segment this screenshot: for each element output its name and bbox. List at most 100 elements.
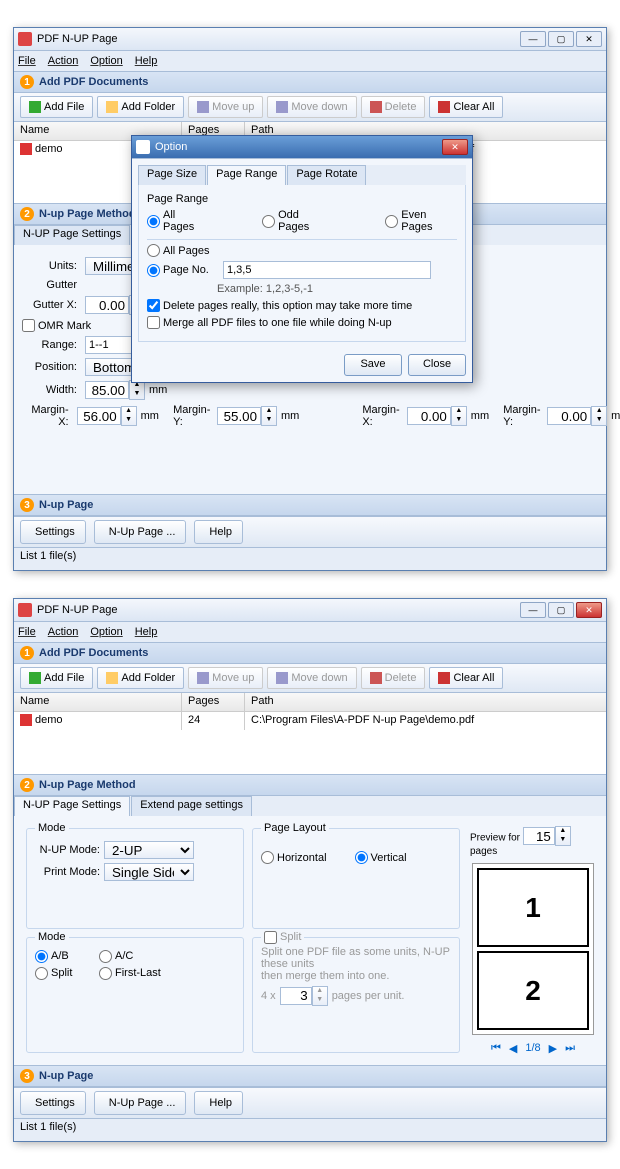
move-down-button[interactable]: Move down <box>267 667 356 689</box>
gutter-x-input[interactable] <box>85 296 129 314</box>
menu-action[interactable]: Action <box>48 626 79 638</box>
section-method: N-up Page Method <box>39 208 136 220</box>
delete-button[interactable]: Delete <box>361 96 426 118</box>
move-down-button[interactable]: Move down <box>267 96 356 118</box>
omr-checkbox[interactable]: OMR Mark <box>22 319 91 332</box>
arrow-up-icon <box>197 672 209 684</box>
clear-icon <box>438 101 450 113</box>
radio-vertical[interactable]: Vertical <box>355 851 407 864</box>
radio-even-pages[interactable]: Even Pages <box>385 209 457 233</box>
delete-button[interactable]: Delete <box>361 667 426 689</box>
split-checkbox[interactable]: Split <box>264 931 301 944</box>
preview-for-input[interactable] <box>523 827 555 845</box>
file-row[interactable]: demo 24 C:\Program Files\A-PDF N-up Page… <box>14 712 606 730</box>
tab-page-rotate[interactable]: Page Rotate <box>287 165 366 185</box>
close-button[interactable]: ✕ <box>576 602 602 618</box>
margin-x1-input[interactable] <box>77 407 121 425</box>
tab-nup-settings[interactable]: N-UP Page Settings <box>14 225 130 245</box>
preview-pane: 1 2 <box>472 863 594 1035</box>
margin-x2-input[interactable] <box>407 407 451 425</box>
maximize-button[interactable]: ▢ <box>548 31 574 47</box>
dialog-icon <box>136 140 150 154</box>
pdf-icon <box>20 714 32 726</box>
radio-split[interactable]: Split <box>35 967 95 980</box>
print-mode-select[interactable]: Single Sided <box>104 863 194 881</box>
step-2-badge: 2 <box>20 207 34 221</box>
close-button[interactable]: ✕ <box>576 31 602 47</box>
menu-help[interactable]: Help <box>135 55 158 67</box>
step-3-badge: 3 <box>20 498 34 512</box>
split-units-input[interactable] <box>280 987 312 1005</box>
option-dialog: Option ✕ Page Size Page Range Page Rotat… <box>131 135 473 383</box>
save-button[interactable]: Save <box>344 354 402 376</box>
margin-y1-input[interactable] <box>217 407 261 425</box>
close-button-2[interactable]: Close <box>408 354 466 376</box>
add-folder-button[interactable]: Add Folder <box>97 667 184 689</box>
margin-y2-input[interactable] <box>547 407 591 425</box>
delete-icon <box>370 101 382 113</box>
maximize-button[interactable]: ▢ <box>548 602 574 618</box>
radio-all-pages-2[interactable]: All Pages <box>147 244 209 257</box>
tab-extend-settings[interactable]: Extend page settings <box>131 796 252 816</box>
radio-ab[interactable]: A/B <box>35 950 95 963</box>
menu-action[interactable]: Action <box>48 55 79 67</box>
nav-prev-icon[interactable]: ◀ <box>509 1042 517 1055</box>
arrow-down-icon <box>276 672 288 684</box>
width-input[interactable] <box>85 381 129 399</box>
dialog-close-button[interactable]: ✕ <box>442 139 468 155</box>
add-file-button[interactable]: Add File <box>20 96 93 118</box>
status-bar: List 1 file(s) <box>14 547 606 570</box>
add-folder-button[interactable]: Add Folder <box>97 96 184 118</box>
radio-ac[interactable]: A/C <box>99 950 133 963</box>
nav-first-icon[interactable]: ⏮ <box>491 1042 501 1055</box>
arrow-down-icon <box>276 101 288 113</box>
folder-icon <box>106 672 118 684</box>
clear-all-button[interactable]: Clear All <box>429 667 503 689</box>
menubar: File Action Option Help <box>14 51 606 71</box>
pdf-icon <box>20 143 32 155</box>
delete-icon <box>370 672 382 684</box>
plus-icon <box>29 101 41 113</box>
menu-help[interactable]: Help <box>135 626 158 638</box>
clear-all-button[interactable]: Clear All <box>429 96 503 118</box>
menu-option[interactable]: Option <box>90 55 122 67</box>
menu-file[interactable]: File <box>18 626 36 638</box>
nav-next-icon[interactable]: ▶ <box>549 1042 557 1055</box>
minimize-button[interactable]: — <box>520 31 546 47</box>
add-file-button[interactable]: Add File <box>20 667 93 689</box>
nup-mode-select[interactable]: 2-UP <box>104 841 194 859</box>
move-up-button[interactable]: Move up <box>188 96 263 118</box>
main-window-2: PDF N-UP Page — ▢ ✕ File Action Option H… <box>13 598 607 1142</box>
nup-page-button[interactable]: N-Up Page ... <box>94 1091 187 1115</box>
titlebar: PDF N-UP Page — ▢ ✕ <box>14 28 606 51</box>
merge-checkbox[interactable]: Merge all PDF files to one file while do… <box>147 316 392 329</box>
settings-button[interactable]: Settings <box>20 520 86 544</box>
tab-nup-settings[interactable]: N-UP Page Settings <box>14 796 130 816</box>
radio-odd-pages[interactable]: Odd Pages <box>262 209 330 233</box>
radio-firstlast[interactable]: First-Last <box>99 967 161 980</box>
plus-icon <box>29 672 41 684</box>
file-list[interactable]: demo 24 C:\Program Files\A-PDF N-up Page… <box>14 712 606 774</box>
settings-button[interactable]: Settings <box>20 1091 86 1115</box>
minimize-button[interactable]: — <box>520 602 546 618</box>
step-1-badge: 1 <box>20 75 34 89</box>
radio-all-pages[interactable]: All Pages <box>147 209 206 233</box>
radio-page-no[interactable]: Page No. <box>147 264 209 277</box>
clear-icon <box>438 672 450 684</box>
folder-icon <box>106 101 118 113</box>
radio-horizontal[interactable]: Horizontal <box>261 851 327 864</box>
app-icon <box>18 32 32 46</box>
dialog-title: Option <box>155 141 442 153</box>
help-button[interactable]: Help <box>194 1091 243 1115</box>
menu-file[interactable]: File <box>18 55 36 67</box>
help-button[interactable]: Help <box>194 520 243 544</box>
tab-page-range[interactable]: Page Range <box>207 165 286 185</box>
menu-option[interactable]: Option <box>90 626 122 638</box>
delete-pages-checkbox[interactable]: Delete pages really, this option may tak… <box>147 299 412 312</box>
nav-last-icon[interactable]: ⏭ <box>565 1042 575 1055</box>
move-up-button[interactable]: Move up <box>188 667 263 689</box>
toolbar: Add File Add Folder Move up Move down De… <box>14 93 606 122</box>
tab-page-size[interactable]: Page Size <box>138 165 206 185</box>
page-no-input[interactable] <box>223 261 431 279</box>
nup-page-button[interactable]: N-Up Page ... <box>94 520 187 544</box>
